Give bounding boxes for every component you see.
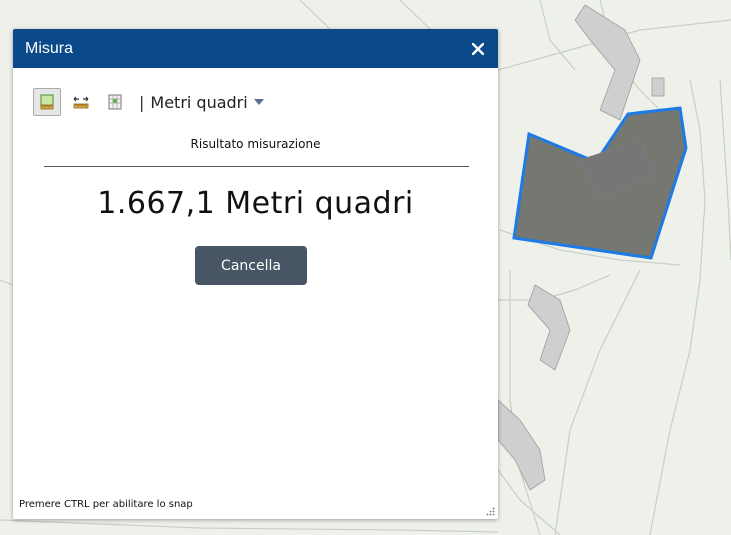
- result-divider: [44, 166, 469, 167]
- unit-dropdown-value: Metri quadri: [150, 92, 248, 112]
- result-label: Risultato misurazione: [190, 137, 321, 151]
- toolbar-separator: |: [139, 92, 145, 112]
- distance-tool-button[interactable]: [67, 88, 95, 116]
- close-button[interactable]: [468, 39, 488, 59]
- panel-header: Misura: [13, 29, 498, 68]
- chevron-down-icon: [253, 99, 264, 105]
- area-tool-button[interactable]: [33, 88, 61, 116]
- panel-title: Misura: [25, 39, 74, 57]
- snap-hint: Premere CTRL per abilitare lo snap: [19, 499, 193, 510]
- location-tool-button[interactable]: [101, 88, 129, 116]
- close-icon: [472, 42, 484, 55]
- unit-dropdown[interactable]: Metri quadri: [150, 92, 264, 112]
- location-measure-icon: [108, 94, 122, 110]
- measure-panel: Misura | Metri quadri Risultato misurazi…: [13, 29, 498, 519]
- result-value: 1.667,1 Metri quadri: [97, 186, 414, 221]
- area-measure-icon: [40, 94, 54, 110]
- measure-toolbar: | Metri quadri: [33, 87, 264, 117]
- resize-grip-icon[interactable]: [486, 507, 495, 516]
- distance-measure-icon: [73, 96, 89, 109]
- clear-button[interactable]: Cancella: [195, 246, 307, 285]
